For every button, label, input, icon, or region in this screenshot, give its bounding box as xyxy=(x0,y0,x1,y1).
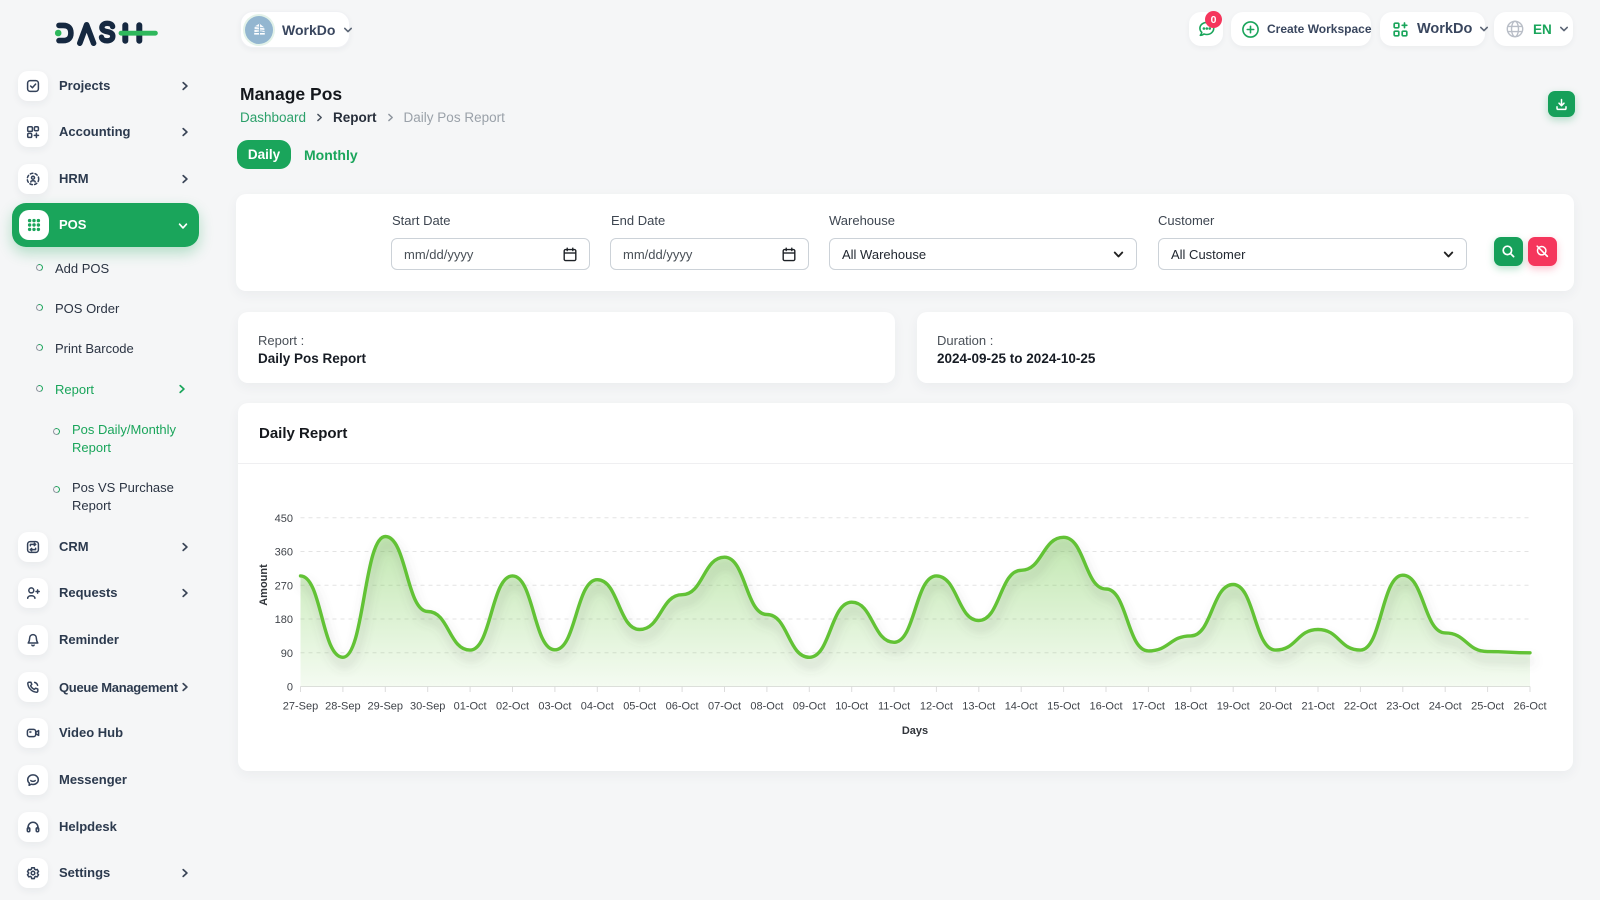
svg-text:27-Sep: 27-Sep xyxy=(283,701,318,713)
svg-text:90: 90 xyxy=(281,648,293,660)
svg-text:18-Oct: 18-Oct xyxy=(1174,701,1207,713)
svg-text:28-Sep: 28-Sep xyxy=(325,701,360,713)
svg-text:05-Oct: 05-Oct xyxy=(623,701,656,713)
svg-text:12-Oct: 12-Oct xyxy=(920,701,953,713)
svg-text:07-Oct: 07-Oct xyxy=(708,701,741,713)
svg-text:22-Oct: 22-Oct xyxy=(1344,701,1377,713)
svg-text:03-Oct: 03-Oct xyxy=(538,701,571,713)
svg-text:13-Oct: 13-Oct xyxy=(962,701,995,713)
svg-text:08-Oct: 08-Oct xyxy=(750,701,783,713)
svg-text:06-Oct: 06-Oct xyxy=(666,701,699,713)
svg-text:0: 0 xyxy=(287,682,293,694)
svg-text:19-Oct: 19-Oct xyxy=(1217,701,1250,713)
svg-text:180: 180 xyxy=(275,614,293,626)
svg-text:270: 270 xyxy=(275,580,293,592)
svg-text:17-Oct: 17-Oct xyxy=(1132,701,1165,713)
svg-text:11-Oct: 11-Oct xyxy=(878,701,910,713)
svg-text:15-Oct: 15-Oct xyxy=(1047,701,1080,713)
svg-text:04-Oct: 04-Oct xyxy=(581,701,614,713)
svg-text:01-Oct: 01-Oct xyxy=(454,701,487,713)
svg-text:20-Oct: 20-Oct xyxy=(1259,701,1292,713)
svg-text:29-Sep: 29-Sep xyxy=(368,701,403,713)
svg-text:24-Oct: 24-Oct xyxy=(1429,701,1462,713)
svg-text:09-Oct: 09-Oct xyxy=(793,701,826,713)
svg-text:450: 450 xyxy=(275,513,293,525)
svg-text:16-Oct: 16-Oct xyxy=(1089,701,1122,713)
svg-text:21-Oct: 21-Oct xyxy=(1301,701,1334,713)
svg-text:Amount: Amount xyxy=(258,564,270,606)
svg-text:360: 360 xyxy=(275,547,293,559)
svg-text:30-Sep: 30-Sep xyxy=(410,701,445,713)
svg-text:02-Oct: 02-Oct xyxy=(496,701,529,713)
svg-text:14-Oct: 14-Oct xyxy=(1005,701,1038,713)
svg-text:10-Oct: 10-Oct xyxy=(835,701,868,713)
svg-text:25-Oct: 25-Oct xyxy=(1471,701,1504,713)
svg-text:Days: Days xyxy=(902,725,928,737)
svg-text:23-Oct: 23-Oct xyxy=(1386,701,1419,713)
svg-text:26-Oct: 26-Oct xyxy=(1513,701,1546,713)
